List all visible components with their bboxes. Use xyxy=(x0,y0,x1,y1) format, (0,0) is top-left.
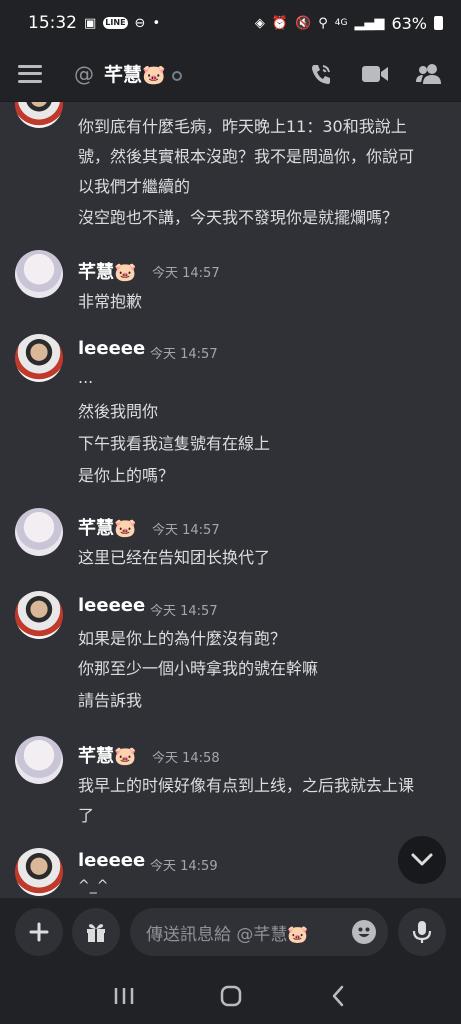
battery-icon xyxy=(434,16,443,30)
nfc-icon: ◈ xyxy=(254,15,265,31)
message-line: 我早上的时候好像有点到上线，之后我就去上课 xyxy=(78,776,415,795)
message-line: 这里已经在告知团长换代了 xyxy=(78,548,271,567)
jump-to-bottom-button[interactable] xyxy=(398,836,446,884)
gift-icon xyxy=(87,924,105,942)
avatar[interactable] xyxy=(15,848,63,896)
back-icon xyxy=(332,985,343,1007)
home-button[interactable] xyxy=(216,981,246,1011)
alarm-icon: ⏰ xyxy=(271,15,289,31)
message-username[interactable]: 芊慧🐷 xyxy=(78,514,136,540)
menu-icon[interactable] xyxy=(18,64,42,83)
message-input[interactable]: 傳送訊息給 @芊慧🐷 xyxy=(130,908,388,956)
video-call-button[interactable] xyxy=(361,60,389,88)
notification-dot-icon: • xyxy=(152,15,161,31)
message-timestamp: 今天 14:57 xyxy=(152,266,220,281)
emoji-icon[interactable] xyxy=(352,920,376,944)
avatar[interactable] xyxy=(15,736,63,784)
at-icon: @ xyxy=(74,61,94,86)
mute-icon: 🔇 xyxy=(295,15,312,31)
message-timestamp: 今天 14:59 xyxy=(150,859,218,874)
status-time: 15:32 xyxy=(28,13,77,33)
message-composer: 傳送訊息給 @芊慧🐷 xyxy=(0,898,461,968)
message-line: ... xyxy=(78,368,94,387)
recents-button[interactable] xyxy=(109,981,139,1011)
attach-button[interactable] xyxy=(15,908,63,956)
dnd-icon: ⊖ xyxy=(134,15,146,31)
video-call-icon xyxy=(362,65,388,82)
voice-call-icon xyxy=(312,64,330,84)
message-timestamp: 今天 14:57 xyxy=(150,604,218,619)
message-list[interactable]: 你到底有什麼毛病，昨天晚上11：30和我說上 號，然後其實根本沒跑？我不是問過你… xyxy=(0,102,461,898)
message-line: 了 xyxy=(78,806,95,825)
message-username[interactable]: 芊慧🐷 xyxy=(78,258,136,284)
channel-title[interactable]: 芊慧🐷 xyxy=(104,60,166,87)
signal-icon: ▂▄▆ xyxy=(354,15,385,31)
network-icon: 4G xyxy=(334,17,348,28)
message-timestamp: 今天 14:57 xyxy=(152,523,220,538)
message-line: 然後我問你 xyxy=(78,402,159,421)
channel-header: @ 芊慧🐷 xyxy=(0,46,461,102)
message-line: 號，然後其實根本沒跑？我不是問過你，你說可 xyxy=(78,147,415,166)
message-line: 你到底有什麼毛病，昨天晚上11：30和我說上 xyxy=(78,117,407,136)
status-dot-icon xyxy=(171,70,182,81)
message-line: 下午我看我這隻號有在線上 xyxy=(78,434,271,453)
avatar[interactable] xyxy=(15,334,63,382)
voice-message-button[interactable] xyxy=(398,908,446,956)
gallery-icon: ▣ xyxy=(84,15,97,31)
system-nav-bar xyxy=(0,968,461,1024)
recents-icon xyxy=(114,988,133,1004)
avatar[interactable] xyxy=(15,102,63,128)
message-line: ^_^ xyxy=(78,878,109,894)
message-line: 沒空跑也不講，今天我不發現你是就擺爛嗎？ xyxy=(78,208,399,227)
voice-call-button[interactable] xyxy=(307,60,335,88)
message-line: 如果是你上的為什麼沒有跑？ xyxy=(78,629,287,648)
message-timestamp: 今天 14:58 xyxy=(152,751,220,766)
message-line: 請告訴我 xyxy=(78,691,143,710)
status-bar: 15:32 ▣ LINE ⊖ • ◈ ⏰ 🔇 ⚲ 4G ▂▄▆ 63% xyxy=(0,0,461,46)
message-username[interactable]: leeeee xyxy=(78,595,145,616)
gift-button[interactable] xyxy=(72,908,120,956)
message-line: 以我們才繼續的 xyxy=(78,177,191,196)
avatar[interactable] xyxy=(15,250,63,298)
avatar[interactable] xyxy=(15,591,63,639)
back-button[interactable] xyxy=(323,981,353,1011)
message-input-placeholder: 傳送訊息給 @芊慧🐷 xyxy=(146,924,309,945)
microphone-icon xyxy=(412,921,432,943)
message-line: 非常抱歉 xyxy=(78,292,143,311)
home-icon xyxy=(220,985,241,1007)
message-username[interactable]: 芊慧🐷 xyxy=(78,742,136,768)
message-line: 是你上的嗎？ xyxy=(78,466,175,485)
avatar[interactable] xyxy=(15,508,63,556)
location-icon: ⚲ xyxy=(318,15,328,31)
message-line: 你那至少一個小時拿我的號在幹嘛 xyxy=(78,659,319,678)
message-timestamp: 今天 14:57 xyxy=(150,347,218,362)
plus-icon xyxy=(29,922,49,942)
chevron-down-icon xyxy=(411,853,433,866)
members-icon xyxy=(416,63,441,84)
message-username[interactable]: leeeee xyxy=(78,338,145,359)
members-button[interactable] xyxy=(415,60,443,88)
line-app-icon: LINE xyxy=(103,17,128,29)
battery-percent: 63% xyxy=(391,13,427,33)
message-username[interactable]: leeeee xyxy=(78,850,145,871)
